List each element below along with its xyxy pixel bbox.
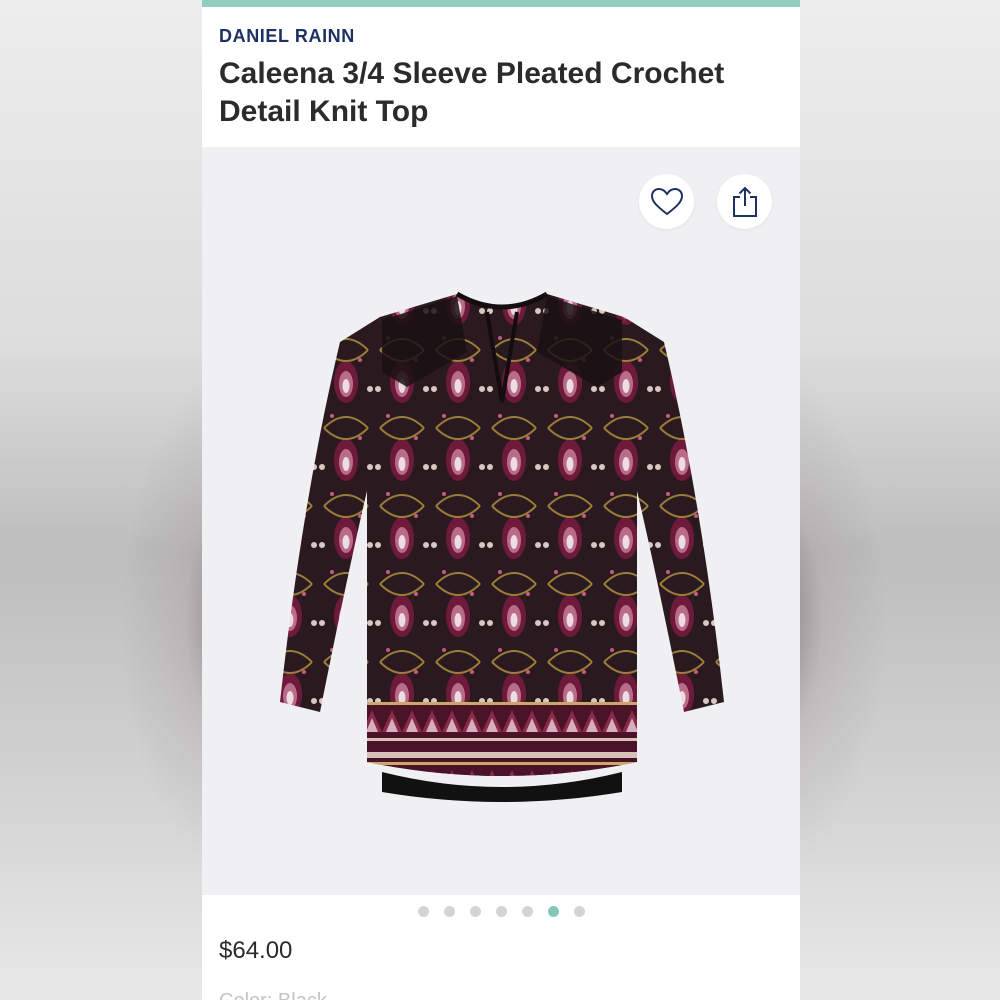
- top-accent-bar: [202, 0, 800, 7]
- image-gallery[interactable]: [202, 147, 800, 895]
- pagination-dot[interactable]: [495, 906, 507, 917]
- product-title: Caleena 3/4 Sleeve Pleated Crochet Detai…: [219, 57, 725, 128]
- pagination-dot[interactable]: [417, 906, 429, 917]
- product-image: [280, 291, 724, 802]
- pagination-dot[interactable]: [573, 906, 585, 917]
- blurred-background-right: [798, 0, 1000, 1000]
- share-icon: [732, 186, 757, 217]
- product-price: $64.00: [219, 937, 293, 964]
- favorite-button[interactable]: [639, 174, 694, 229]
- product-page: DANIEL RAINN Caleena 3/4 Sleeve Pleated …: [202, 0, 800, 1000]
- pagination-dot-active[interactable]: [547, 906, 559, 917]
- pagination-dot[interactable]: [469, 906, 481, 917]
- pagination-dot[interactable]: [443, 906, 455, 917]
- pagination-dot[interactable]: [521, 906, 533, 917]
- share-button[interactable]: [717, 174, 772, 229]
- color-label: Color: Black: [219, 990, 327, 1000]
- blurred-background-left: [0, 0, 202, 1000]
- brand-name: DANIEL RAINN: [219, 26, 355, 46]
- heart-icon: [650, 187, 683, 215]
- gallery-pagination[interactable]: [202, 906, 800, 917]
